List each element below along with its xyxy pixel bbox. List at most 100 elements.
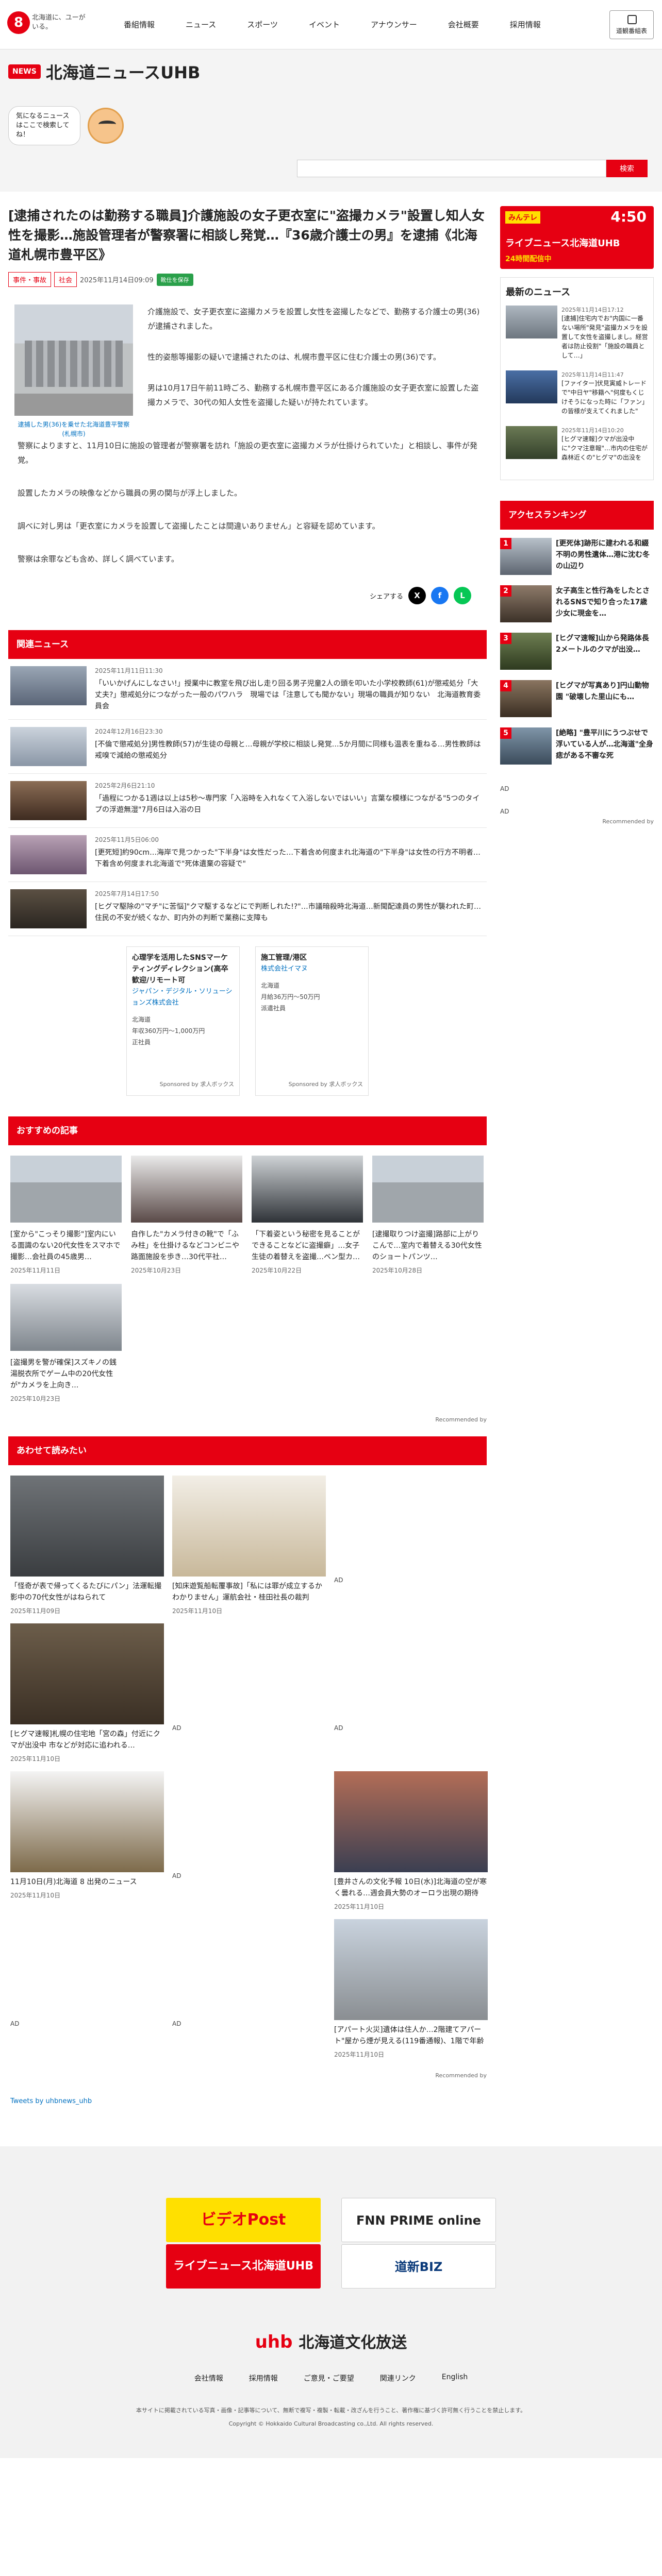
calendar-icon — [627, 15, 637, 24]
program-guide-button[interactable]: 道観番組表 — [609, 10, 654, 39]
x-share-icon[interactable]: X — [408, 587, 426, 604]
job-ad-card[interactable]: 心理学を活用したSNSマーケティングディレクション(高卒歓迎/リモート可 ジャパ… — [126, 946, 240, 1096]
paragraph: 警察は余罪なども含め、詳しく調べています。 — [18, 554, 179, 564]
card-date: 2025年11月10日 — [10, 1892, 61, 1899]
footer-link-english[interactable]: English — [442, 2373, 468, 2383]
recommended-card[interactable]: [室から"こっそり撮影"]室内にいる面識のない20代女性をスマホで撮影…会社員の… — [10, 1156, 122, 1275]
ad-label: AD — [172, 1724, 181, 1732]
ad-slot[interactable]: AD — [334, 1623, 488, 1763]
live-news-footer-banner[interactable]: ライブニュース北海道UHB — [166, 2244, 321, 2289]
latest-news-heading: 最新のニュース — [506, 287, 571, 298]
list-item[interactable]: 2024年12月16日23:30 [不倫で懲戒処分]男性教師(57)が生徒の母親と… — [8, 720, 487, 774]
item-title: 「いいかげんにしなさい!」授業中に教室を飛び出し走り回る男子児童2人の頭を叩いた… — [95, 680, 481, 710]
brand-name: 北海道文化放送 — [299, 2334, 407, 2352]
footer-link-recruit[interactable]: 採用情報 — [249, 2373, 278, 2383]
doshin-biz-banner[interactable]: 道新BIZ — [341, 2244, 496, 2289]
ad-image — [334, 1623, 488, 1724]
paragraph: 性的姿態等撮影の疑いで逮捕されたのは、札幌市豊平区に住む介護士の男(36)です。 — [147, 352, 441, 362]
video-post-banner[interactable]: ビデオPost — [166, 2198, 321, 2242]
recommended-card[interactable]: [盗撮男を警が確保]スズキノの銭湯脱衣所でゲーム中の20代女性が"カメラを上向き… — [10, 1284, 122, 1403]
footer-link-feedback[interactable]: ご意見・ご要望 — [304, 2373, 354, 2383]
news-logo[interactable]: NEWS 北海道ニュースUHB — [8, 60, 654, 83]
ad-slot[interactable]: AD — [172, 1771, 326, 1911]
footer-note: 本サイトに掲載されている写真・画像・記事等について、無断で複写・複製・転載・改ざ… — [136, 2407, 526, 2414]
also-read-card[interactable]: [豊井さんの文化予報 10日(水)]北海道の空が寒く曇れる…週会員大勢のオーロラ… — [334, 1771, 488, 1911]
job-location: 北海道 — [261, 982, 280, 989]
line-share-icon[interactable]: L — [454, 587, 471, 604]
live-news-banner[interactable]: みんテレ 4:50 ライブニュース北海道UHB 24時間配信中 — [500, 206, 654, 269]
also-read-card[interactable]: [ヒグマ速報]札幌の住宅地「宮の森」付近にクマが出没中 市などが対応に追われる…… — [10, 1623, 164, 1763]
recommended-card[interactable]: 「下着姿という秘密を見ることができることなどに盗撮癖」…女子生徒の着替えを盗撮…… — [252, 1156, 363, 1275]
rank-title: [絶略] "豊平川にうつぶせで浮いている人が…北海道"全身痣がある不審な死 — [556, 729, 653, 760]
card-date: 2025年10月22日 — [252, 1267, 302, 1274]
tag-incident[interactable]: 事件・事故 — [8, 272, 52, 287]
recommended-by: Recommended by — [435, 1416, 487, 1423]
ad-slot[interactable]: AD — [10, 1919, 164, 2059]
nav-news[interactable]: ニュース — [170, 0, 231, 49]
footer-banners-row1: ビデオPost FNN PRIME online — [0, 2198, 662, 2242]
card-image — [10, 1284, 122, 1351]
rank-number: 3 — [500, 633, 511, 644]
footer-link-related[interactable]: 関連リンク — [380, 2373, 416, 2383]
nav-announcers[interactable]: アナウンサー — [355, 0, 433, 49]
latest-item[interactable]: 2025年11月14日10:20 [ヒグマ速報]クマが出没中に"クマ注意報"…市内… — [506, 426, 648, 462]
ad-slot[interactable]: AD — [334, 1476, 488, 1615]
ranking-item[interactable]: 2 女子高生と性行為をしたとされるSNSで知り合った17歳少女に現金を… — [500, 585, 654, 622]
nav-programs[interactable]: 番組情報 — [108, 0, 170, 49]
list-item[interactable]: 2025年11月5日06:00 [更死短]約90cm…海岸で見つかった"下半身"は… — [8, 828, 487, 882]
search-box: 検索 — [297, 160, 648, 177]
card-date: 2025年11月11日 — [10, 1267, 61, 1274]
nav-recruit[interactable]: 採用情報 — [494, 0, 556, 49]
search-input[interactable] — [297, 160, 606, 177]
twitter-timeline-link[interactable]: Tweets by uhbnews_uhb — [8, 2082, 487, 2115]
also-read-card[interactable]: 11月10日(月)北海道 8 出発のニュース 2025年11月10日 — [10, 1771, 164, 1911]
facebook-share-icon[interactable]: f — [431, 587, 449, 604]
sidebar-ad-label: AD — [500, 785, 509, 792]
also-read-card[interactable]: [知床遊覧船転覆事故]「私には罪が成立するかわかりません」運航会社・桂田社長の裁… — [172, 1476, 326, 1615]
save-button[interactable]: 靴仕を保存 — [156, 273, 193, 286]
item-date: 2024年12月16日23:30 — [95, 728, 163, 735]
nav-company[interactable]: 会社概要 — [433, 0, 494, 49]
latest-item[interactable]: 2025年11月14日17:12 [逮捕]住宅内でお"内国に一番ない場所"発見"盗… — [506, 306, 648, 360]
card-image — [334, 1771, 488, 1872]
job-company: ジャパン・デジタル・ソリューションズ株式会社 — [132, 988, 233, 1007]
nav-sports[interactable]: スポーツ — [231, 0, 293, 49]
rank-thumb: 3 — [500, 633, 552, 670]
search-button[interactable]: 検索 — [606, 160, 648, 177]
ranking-item[interactable]: 3 [ヒグマ速報]山から発路体長2メートルのクマが出没… — [500, 633, 654, 670]
fnn-prime-banner[interactable]: FNN PRIME online — [341, 2198, 496, 2242]
also-read-heading: あわせて読みたい — [8, 1436, 487, 1465]
footer-brand[interactable]: uhb 北海道文化放送 — [0, 2330, 662, 2352]
latest-item[interactable]: 2025年11月14日11:47 [ファイター]伏見寅威トレードで"中日ヤ"移籍へ… — [506, 370, 648, 416]
also-read-card[interactable]: 「怪奇が表で帰ってくるたびにパン」法運転撮影中の70代女性がはねられて 2025年… — [10, 1476, 164, 1615]
list-item[interactable]: 2025年2月6日21:10 「過程につかる1週は以上は5秒～専門家「入浴時を入れ… — [8, 774, 487, 828]
job-ad-card[interactable]: 施工管理/港区 株式会社イマヌ 北海道 月給36万円〜50万円 派遣社員 Spo… — [255, 946, 369, 1096]
footer-links: 会社情報 採用情報 ご意見・ご要望 関連リンク English — [0, 2373, 662, 2383]
news-subheader: NEWS 北海道ニュースUHB 気になるニュースはここで検索してね！ 検索 — [0, 49, 662, 192]
list-item[interactable]: 2025年11月11日11:30 「いいかげんにしなさい!」授業中に教室を飛び出し… — [8, 659, 487, 720]
recommended-heading: おすすめの記事 — [8, 1116, 487, 1145]
tag-society[interactable]: 社会 — [54, 272, 77, 287]
ad-slot[interactable]: AD — [172, 1623, 326, 1763]
rank-thumb: 1 — [500, 538, 552, 575]
ranking-item[interactable]: 4 [ヒグマが写真あり]円山動物園 "破壊した里山にも… — [500, 680, 654, 717]
uhb-8-logo[interactable]: 8 — [7, 11, 30, 34]
card-title: 「怪奇が表で帰ってくるたびにパン」法運転撮影中の70代女性がはねられて — [10, 1582, 162, 1602]
list-item[interactable]: 2025年7月14日17:50 [ヒグマ駆除の"マチ"に苦悩]"クマ駆するなどにで… — [8, 882, 487, 936]
latest-title: [ヒグマ速報]クマが出没中に"クマ注意報"…市内の住宅が森林近くの"ヒグマ"の出… — [561, 435, 648, 461]
footer-link-company[interactable]: 会社情報 — [194, 2373, 223, 2383]
nav-events[interactable]: イベント — [293, 0, 355, 49]
ranking-item[interactable]: 5 [絶略] "豊平川にうつぶせで浮いている人が…北海道"全身痣がある不審な死 — [500, 727, 654, 765]
latest-title: [ファイター]伏見寅威トレードで"中日ヤ"移籍へ"何度もくじけそうになった時に「… — [561, 380, 648, 415]
article-date: 2025年11月14日09:09 — [80, 277, 154, 284]
article-paragraphs-bottom: 警察によりますと、11月10日に施設の管理者が警察署を訪れ「施設の更衣室に盗撮カ… — [8, 438, 487, 566]
banner-program: みんテレ — [505, 211, 540, 224]
recommended-card[interactable]: [逮撮取りつけ盗撮]路部に上がりこんで…室内で着替える30代女性のショートパンツ… — [372, 1156, 484, 1275]
ad-image — [172, 1771, 326, 1872]
recommended-card[interactable]: 自作した"カメラ付きの靴"で「ふみ柱」を仕掛けるなどコンビニや路面施設を歩き…3… — [131, 1156, 242, 1275]
ad-slot[interactable]: AD — [172, 1919, 326, 2059]
card-title: 自作した"カメラ付きの靴"で「ふみ柱」を仕掛けるなどコンビニや路面施設を歩き…3… — [131, 1230, 239, 1261]
also-read-card[interactable]: [アパート火災]遺体は住人か…2階建てアパート"屋から煙が見える(119番通報)… — [334, 1919, 488, 2059]
card-title: [室から"こっそり撮影"]室内にいる面識のない20代女性をスマホで撮影…会社員の… — [10, 1230, 121, 1261]
ranking-item[interactable]: 1 [更死体]跡形に建われる和綴不明の男性遺体…港に沈む冬の山辺り — [500, 538, 654, 575]
